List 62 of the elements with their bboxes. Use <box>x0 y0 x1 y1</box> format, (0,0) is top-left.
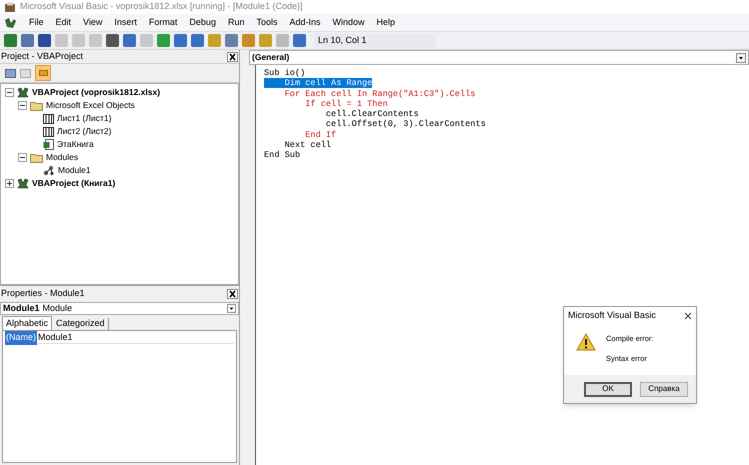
code-line: Next cell <box>284 140 332 150</box>
tree-item[interactable]: Module1 <box>58 164 91 177</box>
menu-item[interactable]: Insert <box>114 16 137 30</box>
sheet-icon <box>43 114 54 124</box>
code-line: If cell = 1 Then <box>304 98 388 109</box>
tree-item[interactable]: Лист2 (Лист2) <box>57 125 112 138</box>
tree-item[interactable]: ЭтаКнига <box>57 138 94 151</box>
app-icon <box>4 2 16 12</box>
vba-icon <box>4 16 17 28</box>
folder-icon <box>30 100 43 110</box>
sheet-icon <box>43 126 54 136</box>
dialog-button[interactable]: OK <box>584 382 632 396</box>
window-title: Microsoft Visual Basic - voprosik1812.xlsx [running] - [Module1 (Code)] <box>20 0 302 14</box>
menu-item[interactable]: File <box>29 16 44 30</box>
object-dropdown[interactable]: Module1 Module <box>0 302 239 315</box>
code-line: Sub io() <box>264 68 306 78</box>
panel-title: Properties - Module1 <box>1 287 85 300</box>
menu-item[interactable]: Debug <box>189 16 216 30</box>
collapse-icon[interactable] <box>18 101 27 110</box>
tree-item[interactable]: Microsoft Excel Objects <box>46 99 135 112</box>
toggle-folders-button[interactable] <box>35 65 51 81</box>
folder-icon <box>30 152 43 162</box>
code-line: End If <box>304 130 336 140</box>
project-icon <box>17 178 29 189</box>
project-icon <box>17 87 29 98</box>
collapse-icon[interactable] <box>5 88 14 97</box>
tree-item[interactable]: VBAProject (Книга1) <box>32 177 116 190</box>
object-combo[interactable]: (General) <box>249 50 749 65</box>
menu-item[interactable]: View <box>83 16 102 30</box>
object-name: Module1 <box>3 302 40 315</box>
code-line: cell.ClearContents <box>324 109 419 120</box>
property-name[interactable]: (Name) <box>5 331 38 345</box>
property-value[interactable]: Module1 <box>38 331 73 345</box>
code-line: cell.Offset(0, 3).ClearContents <box>324 119 486 130</box>
menu-item[interactable]: Help <box>376 16 396 30</box>
close-icon[interactable] <box>227 289 238 299</box>
dialog-button[interactable]: Справка <box>640 382 688 396</box>
object-type: Module <box>42 302 74 315</box>
module-icon <box>43 165 55 176</box>
menu-item[interactable]: Run <box>228 16 244 30</box>
code-line: For Each cell In Range("A1:C3").Cells <box>284 88 476 99</box>
menu-item[interactable]: Window <box>332 16 365 30</box>
code-line: End Sub <box>264 150 300 160</box>
close-icon[interactable] <box>227 52 238 62</box>
view-code-icon[interactable] <box>5 68 16 78</box>
workbook-icon <box>43 139 54 150</box>
menu-item[interactable]: Format <box>148 16 178 30</box>
dialog-title: Microsoft Visual Basic <box>568 309 656 322</box>
tree-item[interactable]: Modules <box>46 151 78 164</box>
tree-item[interactable]: VBAProject (voprosik1812.xlsx) <box>32 86 160 99</box>
warning-icon <box>576 333 596 351</box>
cursor-position: Ln 10, Col 1 <box>314 34 436 48</box>
menu-item[interactable]: Edit <box>56 16 72 30</box>
close-icon[interactable] <box>684 312 692 320</box>
expand-icon[interactable] <box>5 179 14 188</box>
collapse-icon[interactable] <box>18 153 27 162</box>
panel-title: Project - VBAProject <box>1 50 84 63</box>
view-object-icon[interactable] <box>20 68 31 78</box>
menu-item[interactable]: Tools <box>256 16 278 30</box>
menu-item[interactable]: Add-Ins <box>289 16 321 30</box>
tree-item[interactable]: Лист1 (Лист1) <box>57 112 112 125</box>
tab[interactable]: Alphabetic <box>2 316 52 330</box>
